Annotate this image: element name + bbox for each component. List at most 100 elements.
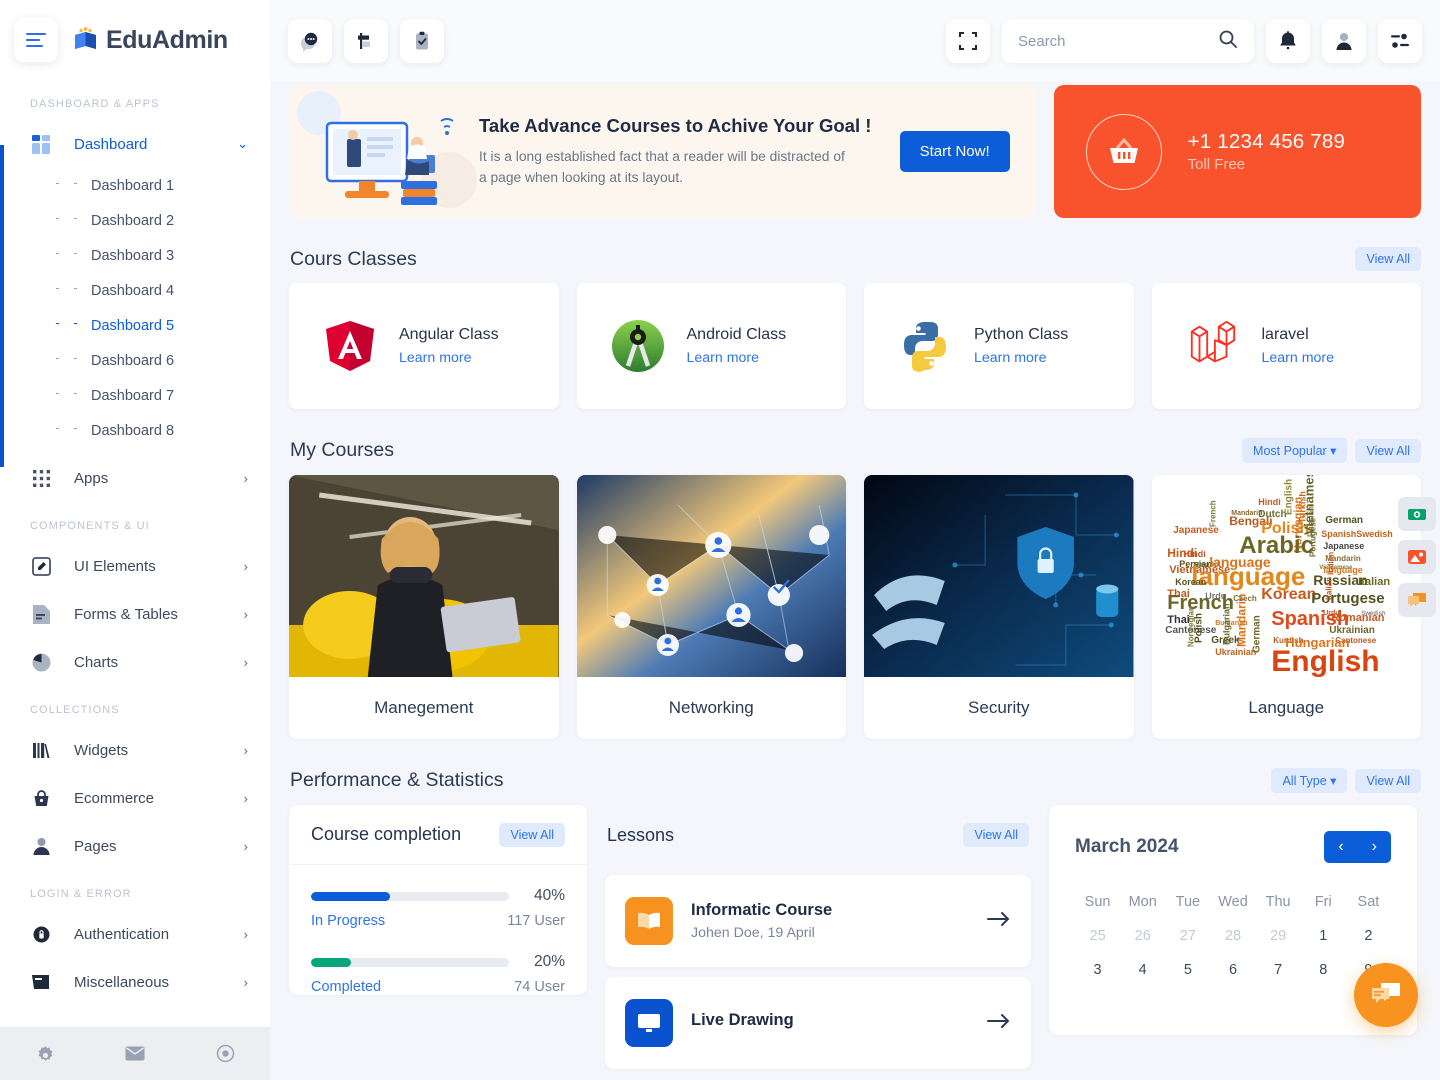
sidebar-subitem-dashboard-6[interactable]: Dashboard 6 [0, 343, 270, 378]
class-card-android[interactable]: Android Class Learn more [576, 283, 846, 409]
sidebar-subitem-dashboard-3[interactable]: Dashboard 3 [0, 238, 270, 273]
calendar-dow: Wed [1218, 894, 1248, 910]
sidebar-item-label: Authentication [74, 925, 170, 943]
subitem-label: Dashboard 2 [91, 212, 175, 229]
sidebar-subitem-dashboard-4[interactable]: Dashboard 4 [0, 273, 270, 308]
arrow-right-icon[interactable] [987, 1013, 1011, 1034]
learn-more-link[interactable]: Learn more [687, 350, 787, 366]
calendar-day[interactable]: 26 [1120, 919, 1165, 953]
clipboard-check-icon[interactable] [400, 19, 444, 63]
search-icon[interactable] [1218, 29, 1238, 54]
fullscreen-icon[interactable] [946, 19, 990, 63]
svg-text:Hindi: Hindi [1167, 546, 1197, 560]
start-now-button[interactable]: Start Now! [899, 131, 1010, 172]
cours-classes-header: Cours Classes View All [290, 247, 1421, 271]
my-courses-filter-dropdown[interactable]: Most Popular ▾ [1242, 438, 1348, 463]
calendar-day[interactable]: 6 [1210, 953, 1255, 987]
cours-classes-view-all-button[interactable]: View All [1355, 247, 1421, 271]
lesson-title: Informatic Course [691, 901, 833, 919]
sidebar-item-forms-tables[interactable]: Forms & Tables › [0, 590, 270, 638]
gear-icon[interactable] [0, 1044, 90, 1063]
envelope-icon[interactable] [90, 1046, 180, 1061]
sidebar-dashboard-submenu: Dashboard 1 Dashboard 2 Dashboard 3 Dash… [0, 168, 270, 448]
calendar-day[interactable]: 28 [1210, 919, 1255, 953]
brand-logo[interactable]: EduAdmin [72, 26, 228, 55]
calendar-day[interactable]: 5 [1165, 953, 1210, 987]
calendar-day[interactable]: 7 [1256, 953, 1301, 987]
chat-fab-button[interactable] [1354, 963, 1418, 1027]
class-card-python[interactable]: Python Class Learn more [864, 283, 1134, 409]
calendar-day[interactable]: 29 [1256, 919, 1301, 953]
learn-more-link[interactable]: Learn more [974, 350, 1068, 366]
power-icon[interactable] [180, 1044, 270, 1063]
bell-icon[interactable] [1266, 19, 1310, 63]
signpost-icon[interactable] [344, 19, 388, 63]
sidebar-subitem-dashboard-2[interactable]: Dashboard 2 [0, 203, 270, 238]
calendar-day[interactable]: 27 [1165, 919, 1210, 953]
elearning-illustration-icon [289, 85, 479, 218]
sidebar-subitem-dashboard-1[interactable]: Dashboard 1 [0, 168, 270, 203]
calendar-day[interactable]: 4 [1120, 953, 1165, 987]
performance-row: Course completion View All 40% In Progre… [289, 805, 1421, 1069]
course-completion-view-all-button[interactable]: View All [499, 822, 565, 847]
calendar-grid: Sun Mon Tue Wed Thu Fri Sat 25 26 27 28 … [1075, 885, 1391, 987]
chat-bubble-icon[interactable] [288, 19, 332, 63]
monitor-icon [625, 999, 673, 1047]
image-icon[interactable] [1398, 540, 1436, 574]
calendar-day[interactable]: 3 [1075, 953, 1120, 987]
sidebar-item-label: Widgets [74, 741, 129, 759]
learn-more-link[interactable]: Learn more [1262, 350, 1335, 366]
sidebar-item-authentication[interactable]: Authentication › [0, 910, 270, 958]
calendar-dow: Sun [1084, 894, 1111, 910]
my-courses-row: Manegement Networking Security Japanese … [289, 475, 1421, 739]
arrow-right-icon[interactable] [987, 911, 1011, 932]
chat-icon[interactable] [1398, 583, 1436, 617]
progress-fill [311, 891, 391, 901]
course-card-networking[interactable]: Networking [576, 475, 846, 739]
my-courses-view-all-button[interactable]: View All [1355, 438, 1421, 463]
books-icon [30, 739, 52, 761]
class-card-angular[interactable]: Angular Class Learn more [289, 283, 559, 409]
course-card-language[interactable]: Japanese French Mandarin Bengali Hindi D… [1151, 475, 1421, 739]
sidebar-item-miscellaneous[interactable]: Miscellaneous › [0, 958, 270, 1006]
svg-text:Vietnamese: Vietnamese [1301, 475, 1316, 535]
hamburger-menu-icon[interactable] [14, 18, 58, 62]
lesson-item-informatic-course[interactable]: Informatic Course Johen Doe, 19 April [605, 875, 1031, 967]
sidebar-subitem-dashboard-5[interactable]: Dashboard 5 [0, 308, 270, 343]
chevron-right-icon: › [243, 470, 248, 486]
camera-icon[interactable] [1398, 497, 1436, 531]
performance-filter-dropdown[interactable]: All Type ▾ [1271, 768, 1348, 793]
user-avatar-icon[interactable] [1322, 19, 1366, 63]
sidebar-subitem-dashboard-7[interactable]: Dashboard 7 [0, 378, 270, 413]
sidebar-item-widgets[interactable]: Widgets › [0, 726, 270, 774]
performance-view-all-button[interactable]: View All [1355, 768, 1421, 793]
calendar-day[interactable]: 8 [1301, 953, 1346, 987]
calendar-next-button[interactable]: › [1358, 831, 1391, 863]
learn-more-link[interactable]: Learn more [399, 350, 499, 366]
calendar-day[interactable]: 2 [1346, 919, 1391, 953]
course-card-security[interactable]: Security [864, 475, 1134, 739]
sliders-icon[interactable] [1378, 19, 1422, 63]
sidebar-item-label: Charts [74, 653, 119, 671]
svg-text:Hindi: Hindi [1258, 497, 1281, 507]
lesson-item-live-drawing[interactable]: Live Drawing [605, 977, 1031, 1069]
sidebar-subitem-dashboard-8[interactable]: Dashboard 8 [0, 413, 270, 448]
panel-title: Lessons [607, 824, 675, 845]
subitem-label: Dashboard 1 [91, 177, 175, 194]
progress-percent: 40% [533, 887, 565, 904]
sidebar-item-dashboard[interactable]: Dashboard ⌄ [0, 120, 270, 168]
sidebar-item-ecommerce[interactable]: Ecommerce › [0, 774, 270, 822]
search-box[interactable] [1002, 19, 1254, 63]
course-completion-panel: Course completion View All 40% In Progre… [289, 805, 587, 995]
lessons-view-all-button[interactable]: View All [963, 823, 1029, 847]
search-input[interactable] [1018, 32, 1218, 50]
course-card-manegement[interactable]: Manegement [289, 475, 559, 739]
sidebar-item-pages[interactable]: Pages › [0, 822, 270, 870]
calendar-prev-button[interactable]: ‹ [1324, 831, 1357, 863]
class-card-laravel[interactable]: laravel Learn more [1151, 283, 1421, 409]
sidebar-item-charts[interactable]: Charts › [0, 638, 270, 686]
calendar-day[interactable]: 1 [1301, 919, 1346, 953]
calendar-day[interactable]: 25 [1075, 919, 1120, 953]
sidebar-item-apps[interactable]: Apps › [0, 454, 270, 502]
sidebar-item-ui-elements[interactable]: UI Elements › [0, 542, 270, 590]
